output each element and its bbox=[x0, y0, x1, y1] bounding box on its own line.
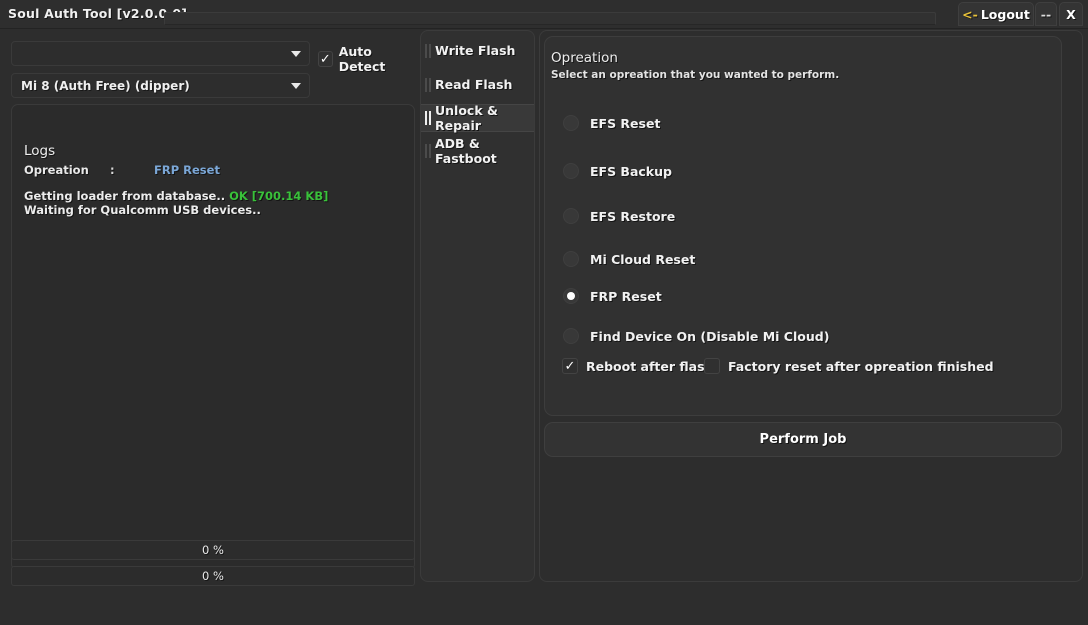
logs-panel[interactable]: Logs Opreation:FRP Reset Getting loader … bbox=[11, 104, 415, 571]
title-bar-strip bbox=[164, 12, 936, 25]
radio-efs-backup[interactable]: EFS Backup bbox=[563, 163, 672, 179]
operation-card-subtitle: Select an opreation that you wanted to p… bbox=[551, 69, 839, 81]
radio-efs-backup-label: EFS Backup bbox=[590, 164, 672, 179]
progress-bar-secondary: 0 % bbox=[11, 566, 415, 586]
chevron-down-icon bbox=[291, 83, 301, 89]
tab-indicator-icon bbox=[425, 144, 432, 158]
device-model-select[interactable]: Mi 8 (Auth Free) (dipper) bbox=[11, 73, 310, 98]
radio-icon bbox=[563, 208, 579, 224]
radio-efs-restore-label: EFS Restore bbox=[590, 209, 675, 224]
content-panel: Opreation Select an opreation that you w… bbox=[539, 30, 1083, 582]
tab-unlock-repair-label: Unlock & Repair bbox=[435, 103, 534, 133]
reboot-after-flash-checkbox[interactable]: ✓ Reboot after flash bbox=[562, 358, 713, 374]
radio-find-device-on-label: Find Device On (Disable Mi Cloud) bbox=[590, 329, 829, 344]
radio-mi-cloud-reset[interactable]: Mi Cloud Reset bbox=[563, 251, 695, 267]
close-button[interactable]: X bbox=[1059, 2, 1083, 26]
chevron-down-icon bbox=[291, 51, 301, 57]
perform-job-button[interactable]: Perform Job bbox=[544, 422, 1062, 457]
radio-efs-reset[interactable]: EFS Reset bbox=[563, 115, 660, 131]
log-line-1: Getting loader from database.. OK [700.1… bbox=[24, 189, 328, 203]
factory-reset-label: Factory reset after opreation finished bbox=[728, 359, 994, 374]
radio-efs-restore[interactable]: EFS Restore bbox=[563, 208, 675, 224]
operation-key-label: Opreation bbox=[24, 163, 110, 177]
port-select[interactable] bbox=[11, 41, 310, 66]
operation-card: Opreation Select an opreation that you w… bbox=[544, 36, 1062, 416]
tab-write-flash-label: Write Flash bbox=[435, 43, 515, 58]
tab-indicator-icon bbox=[425, 44, 432, 58]
tab-unlock-repair[interactable]: Unlock & Repair bbox=[421, 104, 534, 132]
progress-bar-primary: 0 % bbox=[11, 540, 415, 560]
tab-adb-fastboot-label: ADB & Fastboot bbox=[435, 136, 534, 166]
radio-icon-selected bbox=[563, 288, 579, 304]
device-model-value: Mi 8 (Auth Free) (dipper) bbox=[21, 79, 190, 93]
tab-read-flash[interactable]: Read Flash bbox=[421, 71, 534, 99]
auto-detect-checkbox[interactable]: ✓ Auto Detect bbox=[318, 44, 415, 74]
tab-indicator-icon bbox=[425, 78, 432, 92]
reboot-after-flash-label: Reboot after flash bbox=[586, 359, 713, 374]
radio-icon bbox=[563, 163, 579, 179]
logout-button[interactable]: <- Logout bbox=[958, 2, 1034, 26]
radio-icon bbox=[563, 115, 579, 131]
operation-summary-row: Opreation:FRP Reset bbox=[24, 163, 264, 177]
logout-label: Logout bbox=[981, 7, 1030, 22]
radio-mi-cloud-reset-label: Mi Cloud Reset bbox=[590, 252, 695, 267]
checkmark-icon: ✓ bbox=[318, 51, 333, 67]
logout-arrow-icon: <- bbox=[962, 7, 978, 22]
radio-frp-reset-label: FRP Reset bbox=[590, 289, 662, 304]
log-line-1-text: Getting loader from database.. bbox=[24, 189, 229, 203]
checkmark-icon: ✓ bbox=[562, 358, 578, 374]
app-title: Soul Auth Tool [v2.0.0.0] bbox=[8, 6, 187, 21]
log-output: Getting loader from database.. OK [700.1… bbox=[24, 189, 328, 217]
title-bar: Soul Auth Tool [v2.0.0.0] <- Logout -- X bbox=[0, 0, 1088, 29]
tab-read-flash-label: Read Flash bbox=[435, 77, 512, 92]
radio-frp-reset[interactable]: FRP Reset bbox=[563, 288, 662, 304]
factory-reset-checkbox[interactable]: Factory reset after opreation finished bbox=[704, 358, 994, 374]
operation-value: FRP Reset bbox=[154, 163, 220, 177]
radio-find-device-on[interactable]: Find Device On (Disable Mi Cloud) bbox=[563, 328, 829, 344]
checkbox-empty-icon bbox=[704, 358, 720, 374]
operation-card-title: Opreation bbox=[551, 50, 618, 66]
logs-title: Logs bbox=[24, 143, 55, 159]
radio-icon bbox=[563, 328, 579, 344]
tab-write-flash[interactable]: Write Flash bbox=[421, 37, 534, 65]
log-line-2: Waiting for Qualcomm USB devices.. bbox=[24, 203, 328, 217]
left-column: Mi 8 (Auth Free) (dipper) ✓ Auto Detect … bbox=[5, 36, 415, 588]
tab-list: Write Flash Read Flash Unlock & Repair A… bbox=[420, 30, 535, 582]
tab-adb-fastboot[interactable]: ADB & Fastboot bbox=[421, 137, 534, 165]
application-window: Soul Auth Tool [v2.0.0.0] <- Logout -- X… bbox=[0, 0, 1088, 625]
tab-indicator-icon bbox=[425, 111, 432, 125]
minimize-button[interactable]: -- bbox=[1035, 2, 1057, 26]
radio-icon bbox=[563, 251, 579, 267]
log-line-1-status: OK [700.14 KB] bbox=[229, 189, 328, 203]
operation-colon: : bbox=[110, 163, 154, 177]
auto-detect-label: Auto Detect bbox=[339, 44, 415, 74]
radio-efs-reset-label: EFS Reset bbox=[590, 116, 660, 131]
